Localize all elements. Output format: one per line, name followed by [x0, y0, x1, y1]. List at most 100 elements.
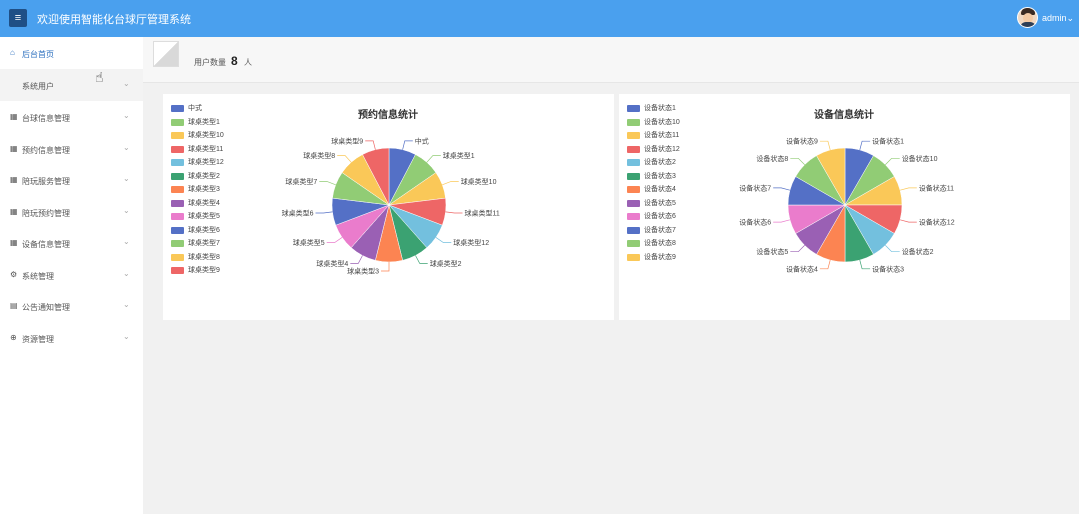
pie-slice-label: 球桌类型6	[282, 209, 314, 218]
pie-slice-label: 设备状态9	[786, 137, 818, 146]
pie-slice-label: 球桌类型10	[461, 177, 497, 186]
device-pie-chart: 设备状态1 设备状态10 设备状态11 设备状态12 设备状态2 设备状态3 设备状态4 设备…	[739, 137, 955, 274]
grid-icon: ▦	[10, 144, 18, 153]
sidebar-item-label: 陪玩服务管理	[22, 177, 70, 186]
pie-label-line	[315, 211, 333, 214]
pie-label-line	[337, 155, 352, 163]
chevron-down-icon: ⌄	[123, 300, 130, 309]
pie-label-line	[350, 255, 363, 264]
pie-slice-label: 设备状态12	[919, 218, 955, 227]
user-count-unit: 人	[244, 58, 252, 67]
pie-slice-label: 球桌类型7	[285, 177, 317, 186]
chevron-down-icon: ⌄	[123, 174, 130, 183]
pie-label-line	[773, 219, 790, 223]
pie-slice-label: 球桌类型1	[443, 151, 475, 160]
pie-label-line	[442, 181, 459, 186]
sidebar-item-system-management[interactable]: ⚙ 系统管理 ⌄	[0, 259, 143, 291]
grid-icon: ▦	[10, 175, 18, 184]
pie-slice-label: 设备状态7	[739, 183, 771, 192]
pie-label-line	[326, 237, 343, 243]
grid-icon: ▦	[10, 112, 18, 121]
placeholder-image	[153, 41, 179, 67]
pie-label-line	[900, 219, 917, 223]
pie-slice-label: 球桌类型9	[331, 136, 363, 145]
user-avatar[interactable]	[1017, 7, 1038, 28]
sidebar-item-label: 台球信息管理	[22, 114, 70, 123]
chevron-down-icon: ⌄	[123, 332, 130, 341]
menu-toggle-icon[interactable]: ≡	[9, 9, 27, 27]
device-stats-card: 设备信息统计 设备状态1 设备状态10 设备状态11 设备状态12 设备状态2 设备状态3…	[619, 94, 1070, 320]
pie-label-line	[885, 157, 900, 165]
pie-label-line	[319, 181, 336, 186]
sidebar-item-reservation-info[interactable]: ▦ 预约信息管理 ⌄	[0, 133, 143, 165]
pie-label-line	[819, 260, 831, 270]
pie-label-line	[365, 140, 376, 150]
pie-label-line	[445, 211, 463, 214]
pie-slice-label: 设备状态8	[756, 154, 788, 163]
pie-label-line	[381, 262, 390, 272]
pie-label-line	[435, 237, 452, 243]
sidebar-item-companion-reservation[interactable]: ▦ 陪玩预约管理 ⌄	[0, 196, 143, 228]
chevron-down-icon: ⌄	[123, 143, 130, 152]
pie-slice-label: 设备状态2	[902, 247, 934, 256]
sidebar-item-dashboard[interactable]: ⌂ 后台首页	[0, 37, 143, 69]
chevron-down-icon: ⌄	[123, 237, 130, 246]
user-count-panel: 用户数量 8 人	[143, 37, 1079, 83]
grid-icon: ▦	[10, 238, 18, 247]
document-icon: ▤	[10, 301, 18, 310]
sidebar-item-resources[interactable]: ⊕ 资源管理 ⌄	[0, 322, 143, 354]
user-name: admin	[1042, 13, 1067, 23]
pie-slice-label: 球桌类型3	[347, 267, 379, 276]
user-count-label: 用户数量	[194, 58, 226, 67]
pie-label-line	[859, 140, 871, 150]
sidebar-item-label: 后台首页	[22, 50, 54, 59]
sidebar-item-label: 预约信息管理	[22, 146, 70, 155]
pie-slice-label: 中式	[415, 136, 429, 145]
sidebar: ⌂ 后台首页 系统用户 ⌄ ▦ 台球信息管理 ⌄ ▦ 预约信息管理 ⌄ ▦ 陪玩…	[0, 37, 143, 514]
pie-label-line	[773, 187, 790, 191]
pie-label-line	[426, 155, 441, 163]
pie-slice-label: 球桌类型8	[303, 151, 335, 160]
sidebar-item-label: 系统管理	[22, 272, 54, 281]
sidebar-item-notices[interactable]: ▤ 公告通知管理 ⌄	[0, 290, 143, 322]
sidebar-item-device-info[interactable]: ▦ 设备信息管理 ⌄	[0, 227, 143, 259]
chevron-down-icon: ⌄	[123, 79, 130, 88]
reservation-pie-chart: 中式球桌类型1 球桌类型10 球桌类型11 球桌类型12 球桌类型2 球桌类型3球桌类型4…	[282, 136, 500, 276]
pie-slice-label: 设备状态11	[919, 183, 954, 192]
main-content: 用户数量 8 人 预约信息统计 中式 球桌类型1 球桌类型10 球桌类型11 球桌类型1…	[143, 37, 1079, 514]
sidebar-item-label: 陪玩预约管理	[22, 209, 70, 218]
pie-slice-label: 设备状态1	[872, 137, 904, 146]
sidebar-item-label: 系统用户	[22, 82, 54, 91]
pie-label-line	[790, 245, 805, 253]
sidebar-item-system-users[interactable]: 系统用户 ⌄	[0, 69, 143, 101]
pie-label-line	[900, 187, 917, 191]
pie-slice-label: 设备状态5	[756, 247, 788, 256]
pie-slice-label: 球桌类型4	[316, 259, 348, 268]
home-icon: ⌂	[10, 48, 15, 57]
chevron-down-icon: ⌄	[1066, 13, 1075, 23]
pie-slice-label: 设备状态6	[739, 218, 771, 227]
sidebar-item-label: 设备信息管理	[22, 240, 70, 249]
pie-label-line	[819, 140, 831, 150]
pie-label-line	[859, 260, 871, 270]
pie-slice-label: 设备状态3	[872, 264, 904, 273]
pie-slice-label: 设备状态4	[786, 264, 818, 273]
pie-label-line	[885, 245, 900, 253]
pie-label-line	[402, 140, 413, 150]
pie-slice-label: 球桌类型12	[453, 238, 489, 247]
pie-slice-label: 球桌类型5	[293, 238, 325, 247]
mouse-cursor-icon: ☝	[95, 69, 104, 85]
sidebar-item-companion-service[interactable]: ▦ 陪玩服务管理 ⌄	[0, 164, 143, 196]
grid-icon: ▦	[10, 207, 18, 216]
user-menu[interactable]: admin⌄	[1042, 13, 1074, 24]
app-title: 欢迎使用智能化台球厅管理系统	[37, 14, 191, 26]
sidebar-item-label: 资源管理	[22, 335, 54, 344]
sidebar-item-table-info[interactable]: ▦ 台球信息管理 ⌄	[0, 101, 143, 133]
sidebar-item-label: 公告通知管理	[22, 303, 70, 312]
pie-slice-label: 球桌类型11	[465, 209, 500, 218]
reservation-stats-card: 预约信息统计 中式 球桌类型1 球桌类型10 球桌类型11 球桌类型12 球桌类型2 球桌类…	[163, 94, 614, 320]
pie-label-line	[415, 255, 428, 264]
plus-circle-icon: ⊕	[10, 333, 17, 342]
chevron-down-icon: ⌄	[123, 269, 130, 278]
top-bar: ≡ 欢迎使用智能化台球厅管理系统 admin⌄	[0, 0, 1079, 37]
